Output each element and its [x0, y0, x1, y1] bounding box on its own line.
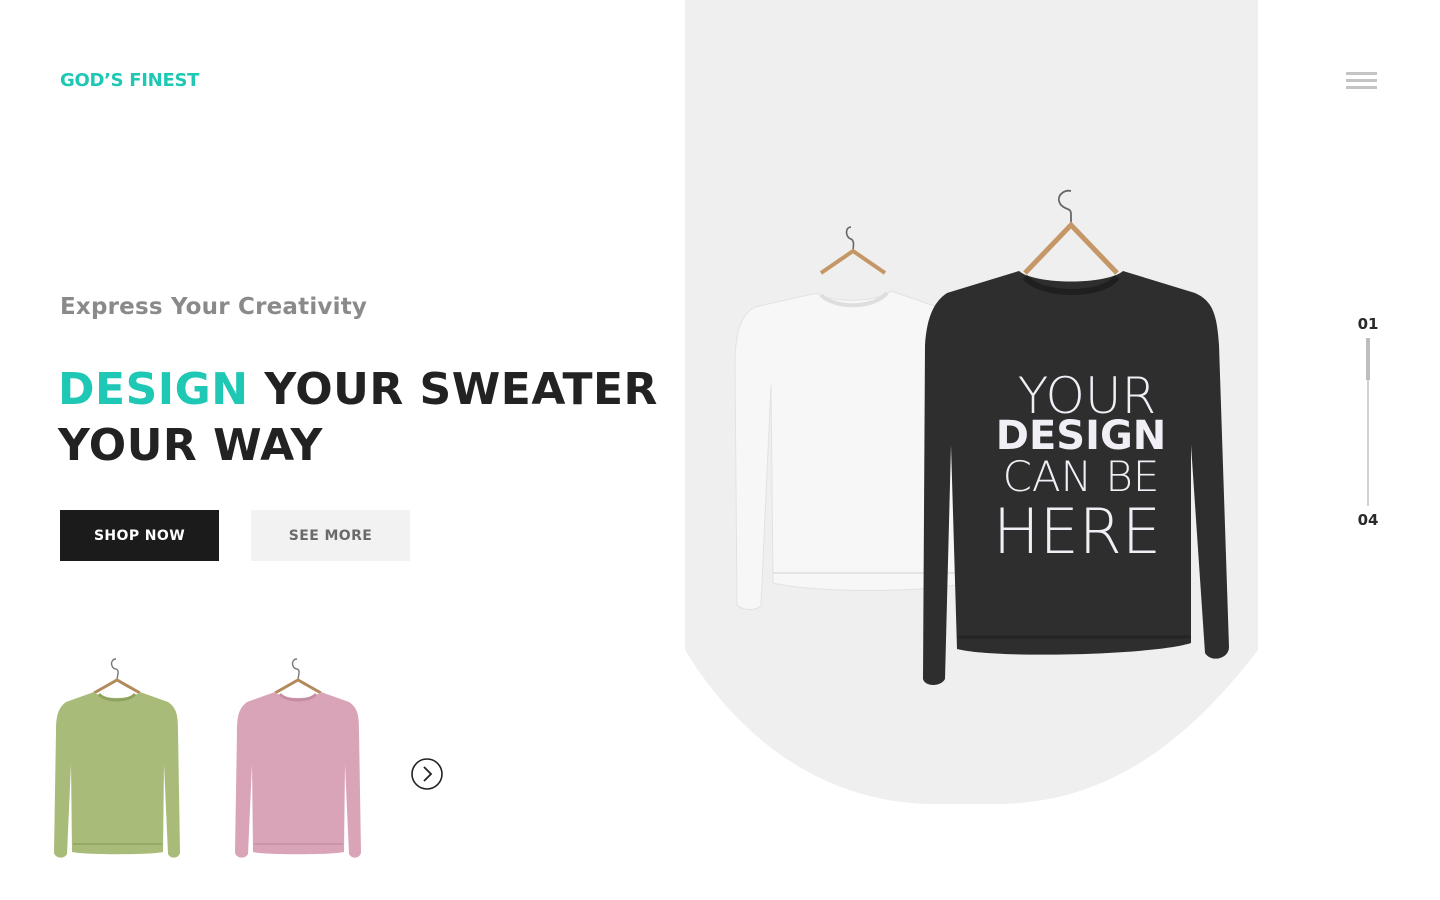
slide-total-number: 04	[1357, 511, 1379, 529]
hamburger-icon	[1346, 72, 1377, 75]
print-line-3: CAN BE	[1003, 452, 1160, 501]
slide-current-number: 01	[1357, 315, 1379, 333]
slide-progress-fill	[1366, 338, 1370, 380]
hero-headline: DESIGN YOUR SWEATER YOUR WAY	[58, 362, 678, 474]
featured-sweaters-image: YOUR DESIGN CAN BE HERE	[734, 189, 1229, 685]
thumbnail-pink-sweater[interactable]	[230, 656, 365, 866]
shop-now-button[interactable]: SHOP NOW	[60, 510, 219, 561]
landing-page: GOD’S FINEST Express Your Creativity DES…	[0, 0, 1440, 900]
hamburger-icon-bar	[1346, 79, 1377, 82]
brand-logo[interactable]: GOD’S FINEST	[60, 70, 199, 91]
chevron-right-circle-icon[interactable]	[411, 758, 443, 790]
slide-indicator: 01 04	[1350, 312, 1390, 532]
hamburger-menu-button[interactable]	[1346, 72, 1377, 90]
print-line-4: HERE	[993, 495, 1161, 568]
thumbnail-green-sweater[interactable]	[50, 656, 185, 866]
headline-accent: DESIGN	[58, 364, 249, 415]
hero-tagline: Express Your Creativity	[60, 294, 368, 320]
hamburger-icon-bar	[1346, 86, 1377, 89]
see-more-button[interactable]: SEE MORE	[251, 510, 410, 561]
